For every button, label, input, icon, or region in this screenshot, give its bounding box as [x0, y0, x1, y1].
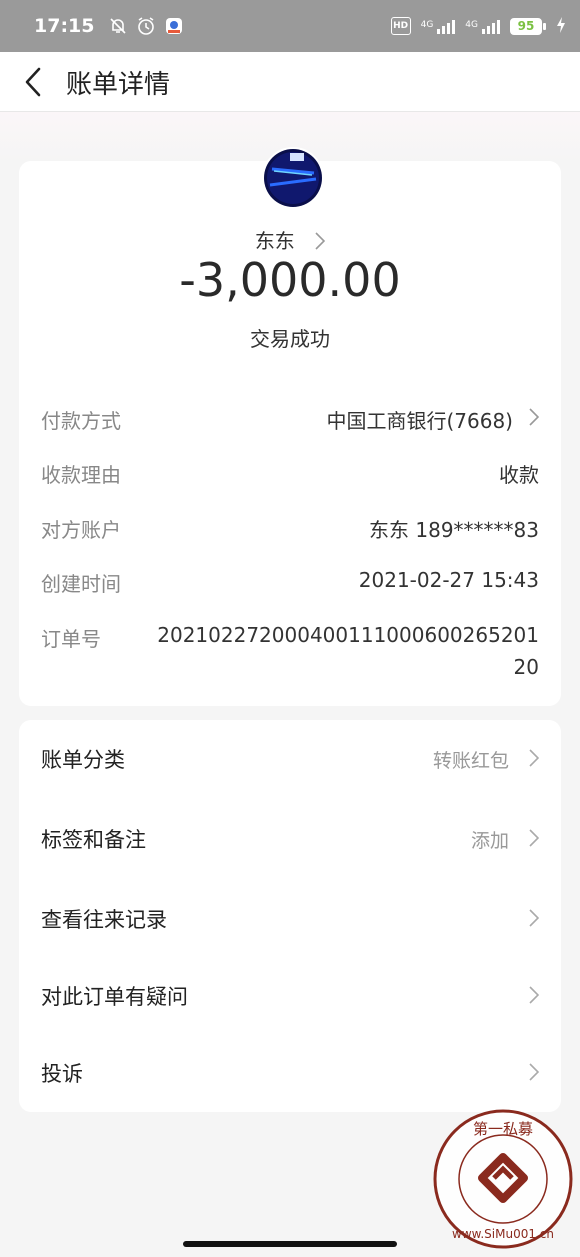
status-time: 17:15 — [34, 15, 95, 37]
detail-value: 收款 — [499, 463, 539, 487]
bill-category-item[interactable]: 账单分类 转账红包 — [41, 740, 540, 780]
item-label: 标签和备注 — [41, 828, 146, 852]
order-question-item[interactable]: 对此订单有疑问 — [41, 977, 540, 1017]
chevron-right-icon — [529, 407, 540, 431]
nav-bar: 账单详情 — [0, 52, 580, 112]
detail-label: 创建时间 — [41, 572, 121, 596]
item-label: 账单分类 — [41, 748, 125, 772]
detail-label: 付款方式 — [41, 409, 121, 433]
app-notification-icon — [164, 16, 184, 36]
detail-label: 收款理由 — [41, 463, 121, 487]
item-label: 投诉 — [41, 1062, 83, 1086]
avatar[interactable] — [262, 147, 324, 209]
payee-name: 东东 — [254, 229, 295, 253]
payee-link[interactable]: 东东 — [19, 225, 561, 255]
detail-value: 20210227200040011100060026520120 — [157, 623, 539, 679]
chevron-right-icon — [529, 908, 540, 932]
chevron-right-icon — [529, 748, 540, 772]
chevron-right-icon — [529, 985, 540, 1009]
status-bar: 17:15 HD 4G 4G 95 — [0, 0, 580, 52]
transaction-status: 交易成功 — [250, 327, 330, 351]
chevron-right-icon — [529, 1062, 540, 1086]
page-title: 账单详情 — [66, 70, 171, 100]
complaint-item[interactable]: 投诉 — [41, 1054, 540, 1094]
signal-2-icon: 4G — [465, 18, 500, 34]
bill-card: 东东 -3,000.00 交易成功 付款方式 中国工商银行(7668) 收款理由… — [19, 147, 561, 706]
detail-value: 东东 189******83 — [369, 518, 539, 542]
item-value: 添加 — [470, 830, 509, 852]
actions-card: 账单分类 转账红包 标签和备注 添加 查看往来记录 对此订单有疑问 投诉 — [19, 720, 561, 1112]
battery-icon: 95 — [510, 17, 546, 35]
detail-value: 2021-02-27 15:43 — [358, 568, 539, 592]
bill-amount: -3,000.00 — [179, 253, 401, 307]
chevron-right-icon — [529, 828, 540, 852]
charging-icon — [556, 16, 566, 36]
hd-icon: HD — [390, 17, 411, 35]
chevron-right-icon — [315, 231, 326, 255]
history-records-item[interactable]: 查看往来记录 — [41, 900, 540, 940]
home-indicator[interactable] — [183, 1241, 397, 1247]
tags-notes-item[interactable]: 标签和备注 添加 — [41, 820, 540, 860]
watermark-seal: 第一私募 www.SiMu001.cn — [432, 1108, 574, 1250]
detail-label: 对方账户 — [41, 518, 121, 542]
watermark-top-text: 第一私募 — [473, 1120, 533, 1138]
item-label: 查看往来记录 — [41, 908, 167, 932]
alarm-icon — [136, 16, 156, 36]
back-arrow-icon[interactable] — [22, 66, 44, 98]
detail-label: 订单号 — [41, 627, 101, 651]
item-label: 对此订单有疑问 — [41, 985, 188, 1009]
detail-value: 中国工商银行(7668) — [326, 409, 513, 433]
item-value: 转账红包 — [432, 750, 509, 772]
mute-bell-icon — [108, 16, 128, 36]
watermark-bottom-text: www.SiMu001.cn — [452, 1227, 554, 1241]
signal-1-icon: 4G — [421, 18, 456, 34]
